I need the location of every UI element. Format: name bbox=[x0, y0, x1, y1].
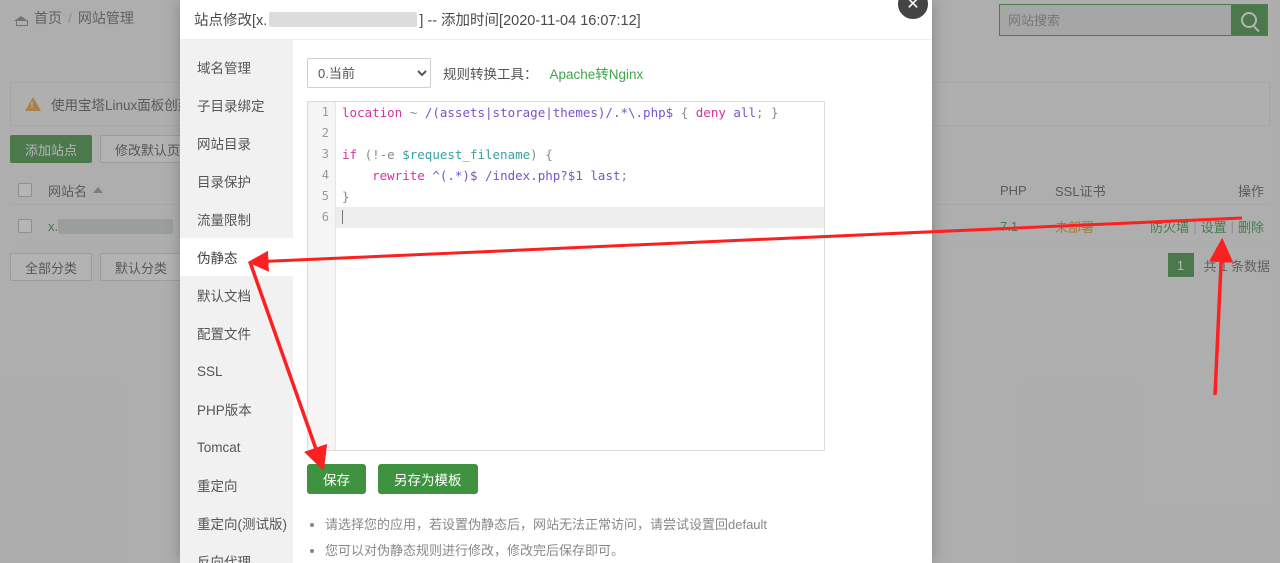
modal-body: 域名管理 子目录绑定 网站目录 目录保护 流量限制 伪静态 默认文档 配置文件 … bbox=[180, 40, 932, 563]
line-number: 5 bbox=[321, 189, 329, 203]
text-caret bbox=[342, 210, 343, 224]
sidebar-item-traffic-limit[interactable]: 流量限制 bbox=[180, 200, 293, 238]
site-edit-modal: ✕ 站点修改[x. ] -- 添加时间[2020-11-04 16:07:12]… bbox=[180, 0, 932, 563]
sidebar-item-site-dir[interactable]: 网站目录 bbox=[180, 124, 293, 162]
sidebar-item-domain[interactable]: 域名管理 bbox=[180, 48, 293, 86]
sidebar-item-default-doc[interactable]: 默认文档 bbox=[180, 276, 293, 314]
sidebar-item-redirect-beta[interactable]: 重定向(测试版) bbox=[180, 504, 293, 542]
converter-label: 规则转换工具： bbox=[443, 67, 538, 82]
sidebar-item-rewrite[interactable]: 伪静态 bbox=[180, 238, 293, 276]
code-line bbox=[336, 207, 824, 228]
editor-actions: 保存 另存为模板 bbox=[307, 464, 932, 494]
line-number: 1 bbox=[321, 105, 329, 119]
save-as-template-button[interactable]: 另存为模板 bbox=[378, 464, 478, 494]
sidebar-item-php-version[interactable]: PHP版本 bbox=[180, 390, 293, 428]
sidebar-item-subdir-bind[interactable]: 子目录绑定 bbox=[180, 86, 293, 124]
modal-title-suffix: ] -- 添加时间[2020-11-04 16:07:12] bbox=[419, 13, 641, 29]
rule-select[interactable]: 0.当前 bbox=[307, 58, 431, 88]
line-number: 2 bbox=[321, 126, 329, 140]
rewrite-controls: 0.当前 规则转换工具： Apache转Nginx bbox=[307, 58, 932, 88]
sidebar-item-redirect[interactable]: 重定向 bbox=[180, 466, 293, 504]
editor-gutter: 1 2 3 4 5 6 bbox=[308, 102, 336, 450]
sidebar-item-dir-protect[interactable]: 目录保护 bbox=[180, 162, 293, 200]
sidebar-item-tomcat[interactable]: Tomcat bbox=[180, 428, 293, 466]
code-line: if (!-e $request_filename) { bbox=[342, 147, 553, 162]
code-line: } bbox=[342, 189, 350, 204]
line-number: 3 bbox=[321, 147, 329, 161]
modal-content: 0.当前 规则转换工具： Apache转Nginx 1 2 3 4 5 6 lo… bbox=[293, 40, 932, 563]
modal-sidebar: 域名管理 子目录绑定 网站目录 目录保护 流量限制 伪静态 默认文档 配置文件 … bbox=[180, 40, 293, 563]
screen: 首页 / 网站管理 使用宝塔Linux面板创建站 添加站点 修改默认页 网站名 bbox=[0, 0, 1280, 563]
code-line: location ~ /(assets|storage|themes)/.*\.… bbox=[342, 105, 779, 120]
code-line: rewrite ^(.*)$ /index.php?$1 last; bbox=[372, 168, 629, 183]
sidebar-item-ssl[interactable]: SSL bbox=[180, 352, 293, 390]
tip-item: 您可以对伪静态规则进行修改，修改完后保存即可。 bbox=[325, 542, 932, 560]
save-button[interactable]: 保存 bbox=[307, 464, 366, 494]
rewrite-rule-editor[interactable]: 1 2 3 4 5 6 location ~ /(assets|storage|… bbox=[307, 101, 825, 451]
sidebar-item-reverse-proxy[interactable]: 反向代理 bbox=[180, 542, 293, 563]
help-tips: 请选择您的应用，若设置伪静态后，网站无法正常访问，请尝试设置回default 您… bbox=[307, 516, 932, 560]
modal-title-prefix: 站点修改[x. bbox=[194, 13, 268, 29]
modal-title: 站点修改[x. ] -- 添加时间[2020-11-04 16:07:12] bbox=[180, 0, 932, 40]
modal-title-redacted bbox=[269, 12, 418, 27]
line-number: 6 bbox=[321, 210, 329, 224]
editor-code-area[interactable]: location ~ /(assets|storage|themes)/.*\.… bbox=[336, 102, 824, 450]
tip-item: 请选择您的应用，若设置伪静态后，网站无法正常访问，请尝试设置回default bbox=[325, 516, 932, 534]
sidebar-item-config-file[interactable]: 配置文件 bbox=[180, 314, 293, 352]
line-number: 4 bbox=[321, 168, 329, 182]
apache-to-nginx-link[interactable]: Apache转Nginx bbox=[550, 63, 644, 83]
